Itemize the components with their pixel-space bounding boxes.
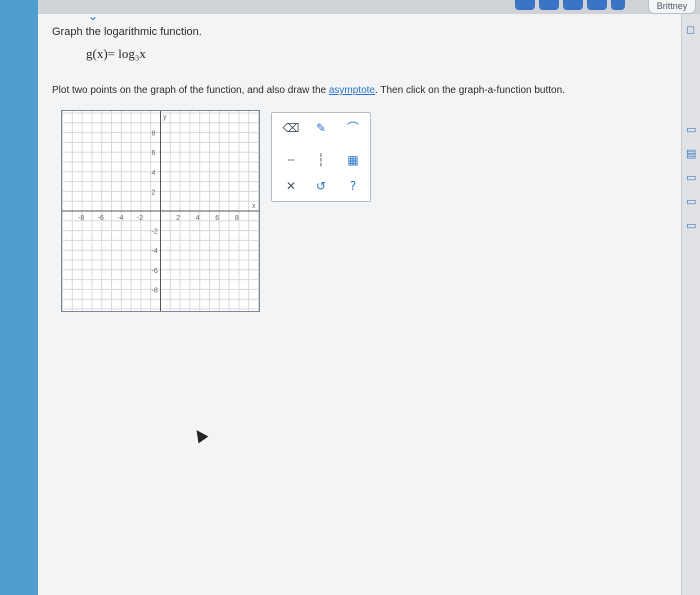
panel-icon[interactable]: ▭ — [686, 220, 698, 232]
dashed-line-icon[interactable]: ┄ — [280, 151, 302, 169]
progress-segment — [587, 0, 607, 10]
left-sidebar — [0, 0, 38, 595]
eraser-icon[interactable]: ⌫ — [280, 119, 302, 137]
right-gutter: ◻ ▭ ▤ ▭ ▭ ▭ — [681, 14, 700, 595]
progress-segment — [563, 0, 583, 10]
x-tick-label: 8 — [235, 215, 239, 222]
x-tick-label: 6 — [215, 215, 219, 222]
y-tick-label: 2 — [152, 189, 156, 196]
y-tick-label: -8 — [152, 287, 158, 294]
y-tick-label: 6 — [152, 150, 156, 157]
x-axis-label: x — [252, 203, 256, 210]
undo-icon[interactable]: ↺ — [310, 177, 332, 195]
panel-icon[interactable]: ▭ — [686, 196, 698, 208]
prompt-part: . Then click on the graph-a-function but… — [375, 85, 565, 96]
coordinate-grid[interactable]: y x -8 -6 -4 -2 2 4 6 8 8 6 4 2 -2 -4 -6 -8 — [62, 111, 259, 311]
progress-segment — [539, 0, 559, 10]
y-axis-label: y — [163, 114, 167, 121]
function-equation: g(x)= log₃x — [86, 46, 146, 61]
panel-icon[interactable]: ▤ — [686, 148, 698, 160]
panel-icon[interactable]: ▭ — [686, 172, 698, 184]
asymptote-link[interactable]: asymptote — [329, 85, 375, 96]
x-tick-label: -4 — [117, 215, 123, 222]
help-icon[interactable]: ? — [342, 177, 364, 195]
x-tick-label: -6 — [98, 215, 104, 222]
x-tick-label: 4 — [196, 215, 200, 222]
y-tick-label: -2 — [152, 229, 158, 236]
user-tab[interactable]: Brittney — [648, 0, 696, 14]
instruction-text: Graph the logarithmic function. — [52, 26, 202, 38]
top-strip: Brittney — [0, 0, 700, 14]
panel-icon[interactable]: ◻ — [686, 24, 698, 36]
vertical-line-icon[interactable]: ┆ — [310, 151, 332, 169]
y-tick-label: 8 — [152, 131, 156, 138]
y-tick-label: -4 — [152, 248, 158, 255]
pencil-icon[interactable]: ✎ — [310, 119, 332, 137]
panel-icon[interactable]: ▭ — [686, 124, 698, 136]
x-tick-label: -8 — [78, 215, 84, 222]
x-tick-label: 2 — [176, 215, 180, 222]
curve-icon[interactable]: ⌒ — [342, 119, 364, 137]
graph-function-icon[interactable]: ▦ — [342, 151, 364, 169]
x-tick-label: -2 — [137, 215, 143, 222]
y-tick-label: 4 — [152, 170, 156, 177]
prompt-part: Plot two points on the graph of the func… — [52, 85, 329, 96]
graph-tools-panel: ⌫ ✎ ⌒ ┄ ┆ ▦ ✕ ↺ ? — [271, 112, 371, 202]
y-tick-label: -6 — [152, 268, 158, 275]
progress-segment — [515, 0, 535, 10]
prompt-text: Plot two points on the graph of the func… — [52, 85, 565, 96]
clear-icon[interactable]: ✕ — [280, 177, 302, 195]
progress-segment — [611, 0, 625, 10]
graph-area[interactable]: y x -8 -6 -4 -2 2 4 6 8 8 6 4 2 -2 -4 -6 -8 — [61, 110, 260, 312]
collapse-chevron-icon[interactable]: ⌄ — [86, 10, 100, 22]
